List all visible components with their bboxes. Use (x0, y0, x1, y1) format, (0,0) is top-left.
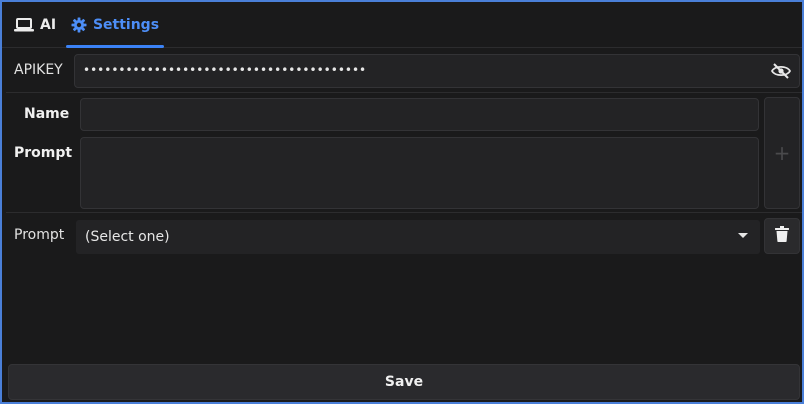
prompt-textarea[interactable] (80, 137, 759, 209)
apikey-input[interactable]: •••••••••••••••••••••••••••••••••••••••• (74, 54, 800, 88)
name-label: Name (24, 106, 70, 122)
divider (6, 92, 802, 93)
eye-off-icon[interactable] (771, 61, 791, 81)
settings-window: AI Settings APIKEY •••••••••••••••••••••… (0, 0, 804, 404)
prompt-select[interactable]: (Select one) (76, 220, 760, 254)
trash-icon (775, 226, 789, 246)
apikey-label: APIKEY (14, 62, 63, 78)
prompt-select-label: Prompt (14, 227, 65, 243)
delete-prompt-button[interactable] (764, 218, 800, 254)
name-input[interactable] (80, 98, 759, 131)
apikey-masked-value: •••••••••••••••••••••••••••••••••••••••• (83, 63, 367, 77)
prompt-select-value: (Select one) (85, 229, 170, 245)
caret-down-icon (738, 233, 748, 238)
plus-icon: + (773, 141, 791, 165)
laptop-icon (14, 17, 34, 33)
prompt-label: Prompt (14, 145, 73, 161)
tab-settings[interactable]: Settings (66, 2, 164, 48)
gear-icon (71, 17, 87, 33)
divider (6, 212, 802, 213)
save-button[interactable]: Save (8, 364, 800, 400)
active-tab-indicator (66, 45, 164, 48)
tab-ai[interactable]: AI (14, 2, 56, 48)
tab-settings-label: Settings (92, 17, 160, 33)
add-prompt-button[interactable]: + (764, 97, 800, 209)
tab-bar: AI Settings (2, 2, 802, 48)
save-button-label: Save (384, 374, 424, 390)
tab-ai-label: AI (40, 17, 57, 33)
